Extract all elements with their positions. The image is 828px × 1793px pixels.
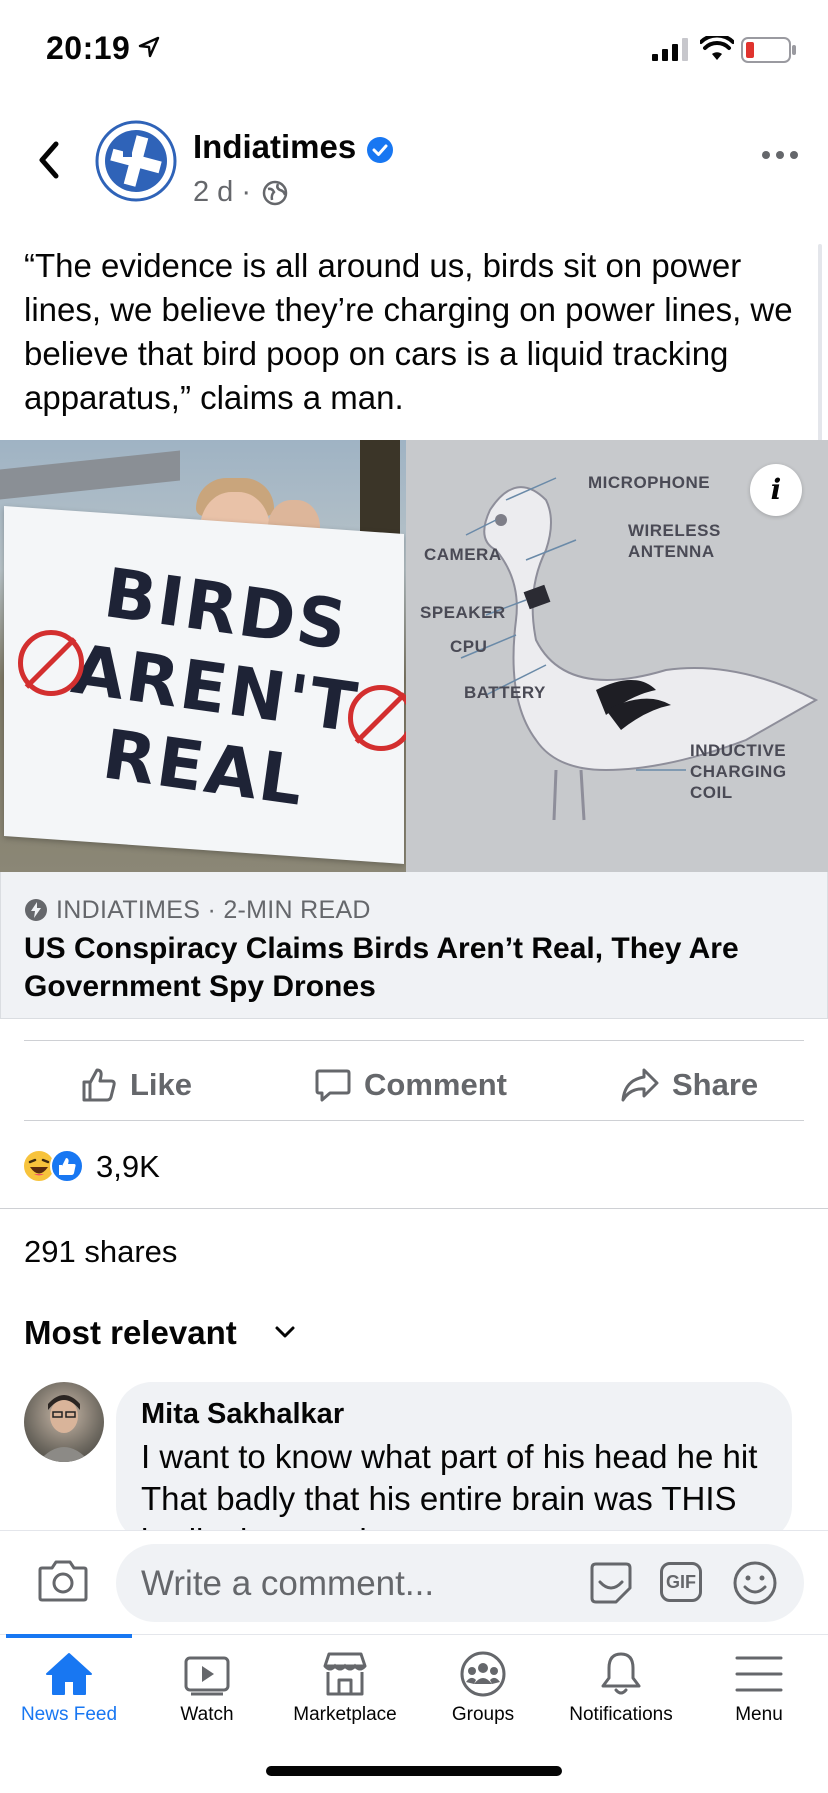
no-bird-symbol-icon [18,630,84,696]
status-time: 20:19 [46,30,131,66]
tab-marketplace[interactable]: Marketplace [276,1650,414,1726]
tab-label: Groups [451,1704,515,1725]
like-label: Like [130,1067,193,1102]
share-label: Share [672,1067,759,1102]
label-microphone: MICROPHONE [588,473,711,492]
reaction-count[interactable]: 3,9K [96,1149,160,1185]
location-arrow-icon [138,36,160,58]
link-title[interactable]: US Conspiracy Claims Birds Aren’t Real, … [24,930,804,1006]
menu-icon [735,1656,783,1692]
label-inductive-charging-coil: INDUCTIVE CHARGING COIL [690,741,787,802]
wifi-icon [700,36,734,60]
comment-bubble-icon [315,1069,351,1102]
tab-label: Menu [735,1704,783,1725]
label-battery: BATTERY [464,683,546,702]
page-name[interactable]: Indiatimes [193,128,356,166]
more-options-icon[interactable] [760,148,800,162]
share-button[interactable]: Share [620,1060,758,1110]
comment-author[interactable]: Mita Sakhalkar [141,1398,344,1431]
no-bird-symbol-icon [348,685,406,751]
verified-badge-icon [367,137,393,163]
post-image[interactable]: BIRDS AREN'T REAL MICROPHONE WIRELESS AN… [0,440,828,872]
person-photo-icon [38,1395,90,1462]
comment-label: Comment [364,1067,507,1102]
cell-signal-icon [652,38,688,61]
like-reaction-icon [50,1149,84,1183]
tab-notifications[interactable]: Notifications [552,1650,690,1726]
tab-watch[interactable]: Watch [138,1650,276,1726]
page-avatar[interactable] [95,120,177,202]
tab-label: News Feed [20,1704,118,1725]
back-arrow-icon[interactable] [30,136,70,186]
roof [0,450,180,500]
thumbs-up-icon [82,1068,116,1102]
marketplace-icon [323,1652,367,1696]
tab-label: Marketplace [293,1704,397,1725]
active-tab-indicator [6,1634,132,1638]
battery-low-icon [741,37,796,63]
comment-placeholder[interactable]: Write a comment... [141,1564,434,1604]
share-count[interactable]: 291 shares [24,1234,177,1270]
reaction-icons[interactable] [22,1148,90,1184]
comment-sort-label[interactable]: Most relevant [24,1314,237,1352]
tab-groups[interactable]: Groups [414,1650,552,1726]
post-text: “The evidence is all around us, birds si… [24,247,793,416]
home-icon [46,1653,92,1695]
tab-menu[interactable]: Menu [690,1650,828,1726]
indiatimes-logo-icon [95,120,177,202]
chevron-down-icon[interactable] [274,1324,296,1340]
divider [0,1208,828,1209]
tab-news-feed[interactable]: News Feed [0,1650,138,1726]
commenter-avatar[interactable] [24,1382,104,1462]
label-cpu: CPU [450,637,488,656]
instant-article-bolt-icon [25,899,47,921]
share-arrow-icon [621,1068,659,1102]
sticker-icon[interactable] [588,1560,634,1606]
image-info-button[interactable]: i [750,464,802,516]
divider [24,1040,804,1041]
comment-button[interactable]: Comment [314,1060,507,1110]
gif-button[interactable]: GIF [660,1562,702,1602]
post-timestamp: 2 d · [193,176,252,208]
globe-public-icon [262,180,288,206]
label-wireless-antenna: WIRELESS ANTENNA [628,521,721,561]
divider [24,1120,804,1121]
label-camera: CAMERA [424,545,502,564]
tab-label: Notifications [569,1704,673,1725]
watch-icon [184,1656,230,1696]
like-button[interactable]: Like [80,1060,192,1110]
banner-text: BIRDS AREN'T REAL [67,554,363,822]
label-speaker: SPEAKER [420,603,506,622]
link-source: INDIATIMES · 2-MIN READ [56,896,371,924]
home-indicator [266,1766,562,1776]
emoji-icon[interactable] [732,1560,778,1606]
camera-icon[interactable] [38,1558,88,1602]
tab-label: Watch [180,1704,234,1725]
bell-icon [601,1652,641,1695]
protest-photo: BIRDS AREN'T REAL [0,440,406,872]
groups-icon [460,1651,506,1697]
